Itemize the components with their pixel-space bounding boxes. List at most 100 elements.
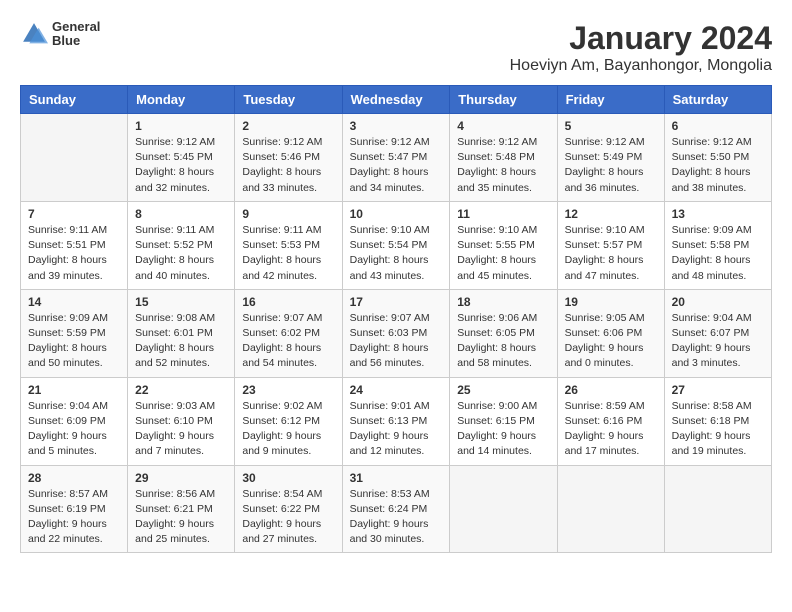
day-number: 29 — [135, 471, 227, 485]
day-number: 14 — [28, 295, 120, 309]
day-cell: 6 Sunrise: 9:12 AMSunset: 5:50 PMDaylight… — [664, 114, 771, 202]
day-info: Sunrise: 9:10 AMSunset: 5:54 PMDaylight:… — [350, 223, 443, 284]
day-cell: 5 Sunrise: 9:12 AMSunset: 5:49 PMDaylight… — [557, 114, 664, 202]
day-cell: 28Sunrise: 8:57 AMSunset: 6:19 PMDayligh… — [21, 465, 128, 553]
day-info: Sunrise: 8:57 AMSunset: 6:19 PMDaylight:… — [28, 487, 120, 548]
day-cell: 16 Sunrise: 9:07 AMSunset: 6:02 PMDayligh… — [235, 289, 342, 377]
day-info: Sunrise: 9:10 AMSunset: 5:57 PMDaylight:… — [565, 223, 657, 284]
calendar-subtitle: Hoeviyn Am, Bayanhongor, Mongolia — [510, 57, 772, 75]
day-number: 19 — [565, 295, 657, 309]
day-number: 13 — [672, 207, 764, 221]
day-cell: 1 Sunrise: 9:12 AMSunset: 5:45 PMDaylight… — [128, 114, 235, 202]
day-info: Sunrise: 9:08 AMSunset: 6:01 PMDaylight:… — [135, 311, 227, 372]
day-info: Sunrise: 9:02 AMSunset: 6:12 PMDaylight:… — [242, 399, 334, 460]
day-number: 11 — [457, 207, 549, 221]
day-number: 31 — [350, 471, 443, 485]
week-row-3: 14 Sunrise: 9:09 AMSunset: 5:59 PMDayligh… — [21, 289, 772, 377]
day-cell: 11 Sunrise: 9:10 AMSunset: 5:55 PMDayligh… — [450, 201, 557, 289]
day-info: Sunrise: 9:11 AMSunset: 5:53 PMDaylight:… — [242, 223, 334, 284]
week-row-5: 28Sunrise: 8:57 AMSunset: 6:19 PMDayligh… — [21, 465, 772, 553]
day-number: 4 — [457, 119, 549, 133]
day-info: Sunrise: 9:03 AMSunset: 6:10 PMDaylight:… — [135, 399, 227, 460]
day-info: Sunrise: 9:09 AMSunset: 5:58 PMDaylight:… — [672, 223, 764, 284]
day-cell: 4 Sunrise: 9:12 AMSunset: 5:48 PMDaylight… — [450, 114, 557, 202]
weekday-header-friday: Friday — [557, 86, 664, 114]
week-row-1: 1 Sunrise: 9:12 AMSunset: 5:45 PMDaylight… — [21, 114, 772, 202]
day-cell: 7Sunrise: 9:11 AMSunset: 5:51 PMDaylight… — [21, 201, 128, 289]
logo: General Blue — [20, 20, 100, 49]
day-cell — [664, 465, 771, 553]
day-number: 15 — [135, 295, 227, 309]
day-number: 18 — [457, 295, 549, 309]
week-row-2: 7Sunrise: 9:11 AMSunset: 5:51 PMDaylight… — [21, 201, 772, 289]
day-cell — [557, 465, 664, 553]
day-info: Sunrise: 9:04 AMSunset: 6:07 PMDaylight:… — [672, 311, 764, 372]
day-info: Sunrise: 9:12 AMSunset: 5:46 PMDaylight:… — [242, 135, 334, 196]
day-info: Sunrise: 9:12 AMSunset: 5:48 PMDaylight:… — [457, 135, 549, 196]
week-row-4: 21 Sunrise: 9:04 AMSunset: 6:09 PMDayligh… — [21, 377, 772, 465]
day-info: Sunrise: 9:07 AMSunset: 6:03 PMDaylight:… — [350, 311, 443, 372]
day-cell: 12 Sunrise: 9:10 AMSunset: 5:57 PMDayligh… — [557, 201, 664, 289]
day-info: Sunrise: 9:07 AMSunset: 6:02 PMDaylight:… — [242, 311, 334, 372]
day-cell: 18 Sunrise: 9:06 AMSunset: 6:05 PMDayligh… — [450, 289, 557, 377]
day-cell: 23Sunrise: 9:02 AMSunset: 6:12 PMDayligh… — [235, 377, 342, 465]
day-number: 16 — [242, 295, 334, 309]
day-info: Sunrise: 9:12 AMSunset: 5:49 PMDaylight:… — [565, 135, 657, 196]
day-number: 27 — [672, 383, 764, 397]
weekday-header-wednesday: Wednesday — [342, 86, 450, 114]
day-cell: 2 Sunrise: 9:12 AMSunset: 5:46 PMDaylight… — [235, 114, 342, 202]
day-cell: 26 Sunrise: 8:59 AMSunset: 6:16 PMDayligh… — [557, 377, 664, 465]
day-cell: 19 Sunrise: 9:05 AMSunset: 6:06 PMDayligh… — [557, 289, 664, 377]
weekday-header-monday: Monday — [128, 86, 235, 114]
day-info: Sunrise: 9:12 AMSunset: 5:47 PMDaylight:… — [350, 135, 443, 196]
day-info: Sunrise: 9:06 AMSunset: 6:05 PMDaylight:… — [457, 311, 549, 372]
page-header: General Blue January 2024 Hoeviyn Am, Ba… — [20, 20, 772, 75]
day-cell: 17Sunrise: 9:07 AMSunset: 6:03 PMDayligh… — [342, 289, 450, 377]
logo-line2: Blue — [52, 34, 100, 48]
day-number: 5 — [565, 119, 657, 133]
day-cell: 24Sunrise: 9:01 AMSunset: 6:13 PMDayligh… — [342, 377, 450, 465]
day-info: Sunrise: 9:04 AMSunset: 6:09 PMDaylight:… — [28, 399, 120, 460]
day-number: 20 — [672, 295, 764, 309]
day-number: 1 — [135, 119, 227, 133]
day-number: 26 — [565, 383, 657, 397]
day-info: Sunrise: 9:11 AMSunset: 5:52 PMDaylight:… — [135, 223, 227, 284]
day-number: 12 — [565, 207, 657, 221]
day-info: Sunrise: 9:00 AMSunset: 6:15 PMDaylight:… — [457, 399, 549, 460]
day-info: Sunrise: 9:12 AMSunset: 5:50 PMDaylight:… — [672, 135, 764, 196]
day-cell: 8Sunrise: 9:11 AMSunset: 5:52 PMDaylight… — [128, 201, 235, 289]
day-number: 10 — [350, 207, 443, 221]
day-cell — [450, 465, 557, 553]
weekday-header-sunday: Sunday — [21, 86, 128, 114]
logo-line1: General — [52, 20, 100, 34]
weekday-header-tuesday: Tuesday — [235, 86, 342, 114]
day-cell: 9 Sunrise: 9:11 AMSunset: 5:53 PMDaylight… — [235, 201, 342, 289]
day-info: Sunrise: 9:12 AMSunset: 5:45 PMDaylight:… — [135, 135, 227, 196]
day-cell: 20 Sunrise: 9:04 AMSunset: 6:07 PMDayligh… — [664, 289, 771, 377]
day-info: Sunrise: 9:10 AMSunset: 5:55 PMDaylight:… — [457, 223, 549, 284]
day-cell: 29Sunrise: 8:56 AMSunset: 6:21 PMDayligh… — [128, 465, 235, 553]
day-info: Sunrise: 9:11 AMSunset: 5:51 PMDaylight:… — [28, 223, 120, 284]
day-number: 3 — [350, 119, 443, 133]
day-number: 22 — [135, 383, 227, 397]
day-cell: 25Sunrise: 9:00 AMSunset: 6:15 PMDayligh… — [450, 377, 557, 465]
day-info: Sunrise: 9:09 AMSunset: 5:59 PMDaylight:… — [28, 311, 120, 372]
day-cell — [21, 114, 128, 202]
day-info: Sunrise: 8:59 AMSunset: 6:16 PMDaylight:… — [565, 399, 657, 460]
day-number: 2 — [242, 119, 334, 133]
day-cell: 15 Sunrise: 9:08 AMSunset: 6:01 PMDayligh… — [128, 289, 235, 377]
title-block: January 2024 Hoeviyn Am, Bayanhongor, Mo… — [510, 20, 772, 75]
day-number: 21 — [28, 383, 120, 397]
day-number: 9 — [242, 207, 334, 221]
day-cell: 30Sunrise: 8:54 AMSunset: 6:22 PMDayligh… — [235, 465, 342, 553]
calendar-table: SundayMondayTuesdayWednesdayThursdayFrid… — [20, 85, 772, 553]
day-info: Sunrise: 8:53 AMSunset: 6:24 PMDaylight:… — [350, 487, 443, 548]
day-cell: 21 Sunrise: 9:04 AMSunset: 6:09 PMDayligh… — [21, 377, 128, 465]
day-cell: 27 Sunrise: 8:58 AMSunset: 6:18 PMDayligh… — [664, 377, 771, 465]
weekday-header-row: SundayMondayTuesdayWednesdayThursdayFrid… — [21, 86, 772, 114]
day-info: Sunrise: 9:01 AMSunset: 6:13 PMDaylight:… — [350, 399, 443, 460]
day-number: 6 — [672, 119, 764, 133]
day-info: Sunrise: 9:05 AMSunset: 6:06 PMDaylight:… — [565, 311, 657, 372]
day-info: Sunrise: 8:58 AMSunset: 6:18 PMDaylight:… — [672, 399, 764, 460]
day-cell: 13 Sunrise: 9:09 AMSunset: 5:58 PMDayligh… — [664, 201, 771, 289]
